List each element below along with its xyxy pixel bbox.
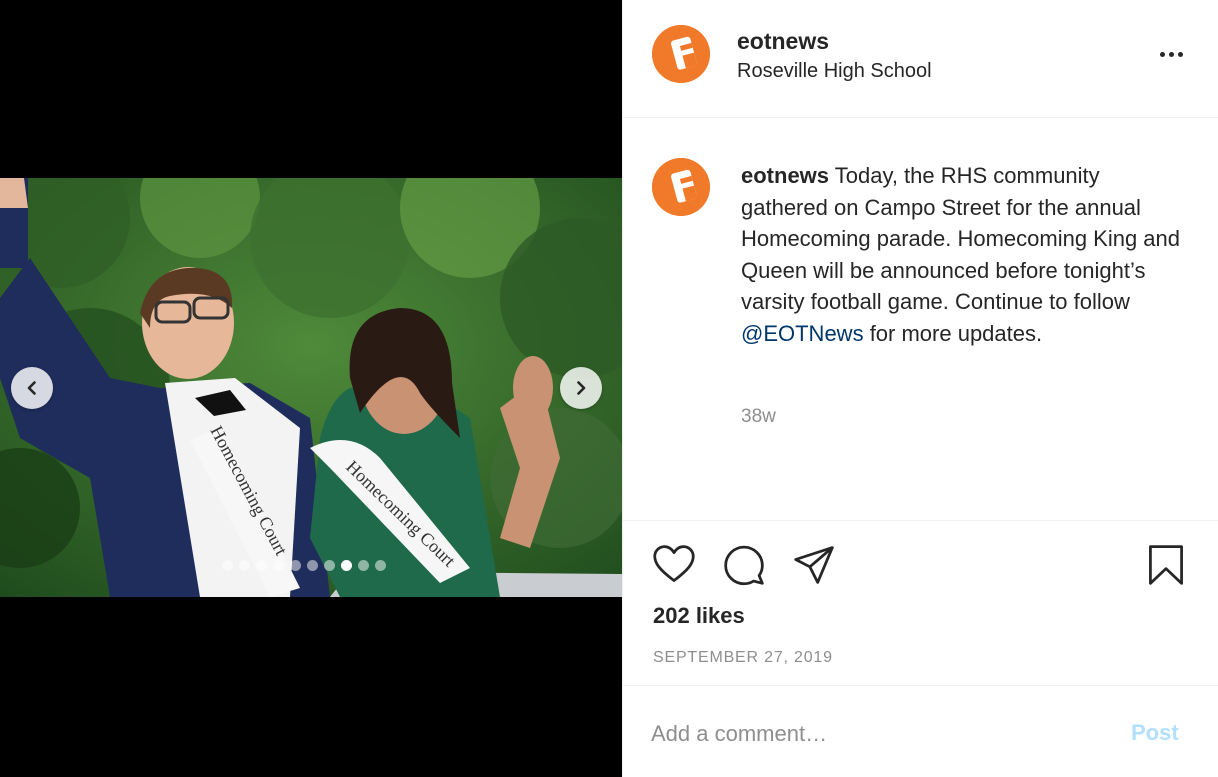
carousel-prev-button[interactable] — [11, 367, 53, 409]
caption-time-ago: 38w — [741, 406, 776, 427]
save-button[interactable] — [1143, 542, 1189, 588]
caption-text: eotnews Today, the RHS community gathere… — [741, 160, 1181, 349]
location-link[interactable]: Roseville High School — [737, 60, 932, 83]
more-options-button[interactable] — [1151, 36, 1191, 72]
carousel-dot — [222, 560, 233, 571]
chevron-left-icon — [27, 381, 36, 395]
carousel-dot — [273, 560, 284, 571]
like-count[interactable]: 202 likes — [653, 603, 745, 629]
comment-input[interactable] — [651, 714, 1101, 754]
carousel-next-button[interactable] — [560, 367, 602, 409]
share-button[interactable] — [791, 542, 837, 588]
bookmark-icon — [1149, 545, 1183, 585]
caption-mention-link[interactable]: @EOTNews — [741, 321, 864, 346]
chevron-right-icon — [577, 381, 586, 395]
paper-plane-icon — [794, 546, 834, 584]
comment-form: Post — [623, 686, 1218, 777]
carousel-dot — [290, 560, 301, 571]
like-button[interactable] — [651, 542, 697, 588]
avatar[interactable] — [652, 25, 710, 83]
carousel-indicator — [222, 560, 386, 571]
carousel-dot — [239, 560, 250, 571]
carousel-dot — [324, 560, 335, 571]
more-options-icon — [1159, 51, 1165, 57]
post-header: eotnews Roseville High School — [623, 0, 1218, 118]
post-comment-button[interactable]: Post — [1131, 720, 1179, 746]
post-details-panel: eotnews Roseville High School eotnews To… — [622, 0, 1218, 777]
carousel-dot — [358, 560, 369, 571]
post-photo[interactable]: Homecoming Court Homecoming Court — [0, 178, 622, 597]
eotnews-logo-icon — [652, 158, 710, 216]
speech-bubble-icon — [724, 545, 764, 586]
carousel-dot — [341, 560, 352, 571]
more-options-icon — [1168, 51, 1174, 57]
post-media: Homecoming Court Homecoming Court — [0, 0, 622, 777]
carousel-dot — [307, 560, 318, 571]
comment-button[interactable] — [721, 542, 767, 588]
eotnews-logo-icon — [652, 25, 710, 83]
caption-tail: for more updates. — [863, 320, 1043, 346]
heart-icon — [653, 545, 695, 582]
carousel-dot — [375, 560, 386, 571]
avatar[interactable] — [652, 158, 710, 216]
carousel-dot — [256, 560, 267, 571]
post-actions: 202 likes SEPTEMBER 27, 2019 — [623, 520, 1218, 686]
post-date: SEPTEMBER 27, 2019 — [653, 649, 833, 666]
username[interactable]: eotnews — [737, 28, 829, 55]
parade-photo-illustration: Homecoming Court Homecoming Court — [0, 178, 622, 597]
caption-section: eotnews Today, the RHS community gathere… — [623, 118, 1218, 520]
caption-username[interactable]: eotnews — [741, 163, 829, 188]
more-options-icon — [1177, 51, 1183, 57]
